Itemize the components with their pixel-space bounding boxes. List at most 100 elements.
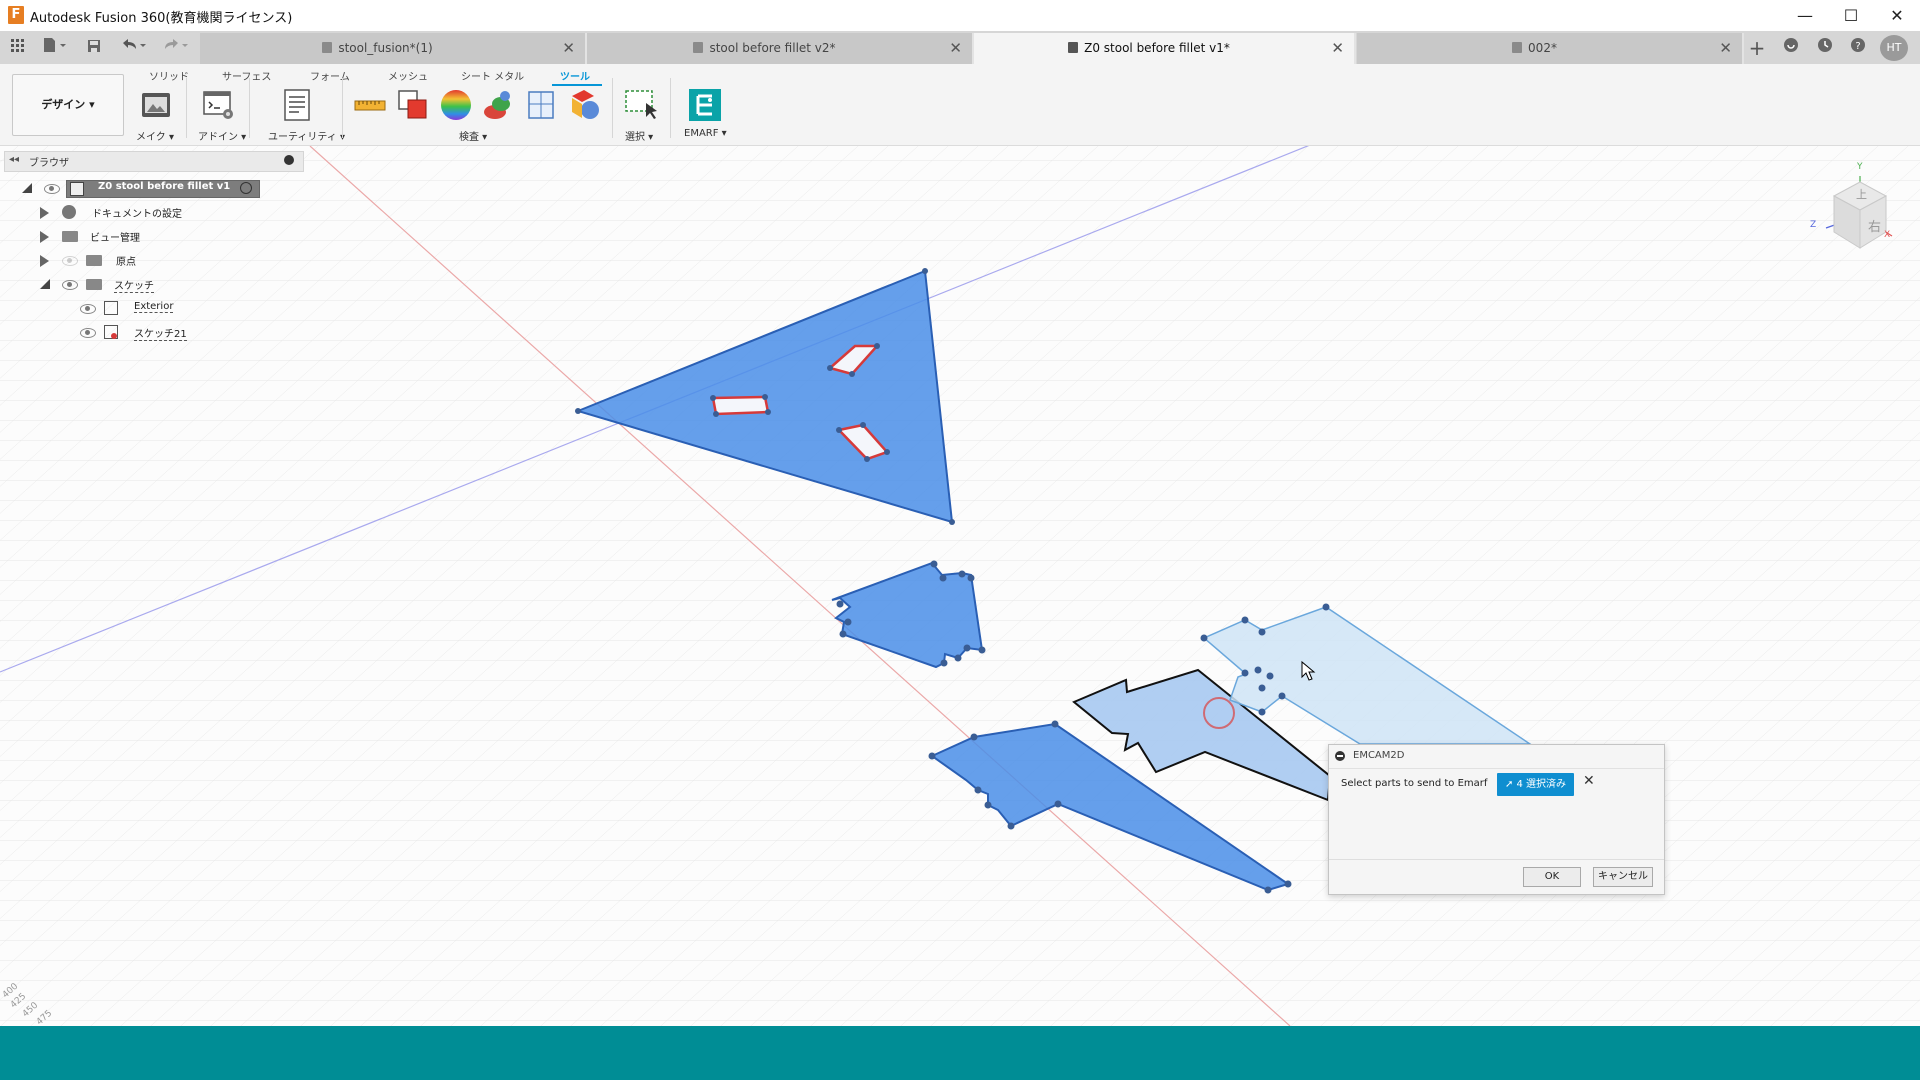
selection-button[interactable]: ➚ 4 選択済み [1497,773,1574,796]
close-tab-icon[interactable]: ✕ [1719,39,1732,57]
maximize-button[interactable]: ☐ [1828,0,1874,31]
help-icon[interactable]: ? [1845,36,1871,60]
emarf-icon[interactable] [688,88,722,122]
emarf-group-label[interactable]: EMARF ▾ [684,128,727,139]
visibility-eye-icon[interactable] [44,184,60,194]
utility-table-icon[interactable] [281,88,315,122]
curvature-map-icon[interactable] [439,88,473,122]
tab-002[interactable]: 002* ✕ [1357,33,1744,64]
browser-root-row[interactable]: Z0 stool before fillet v1 [0,178,300,198]
browser-title: ブラウザ [29,158,69,169]
ribbon-separator [249,78,250,138]
dialog-header: EMCAM2D [1329,745,1664,769]
sketch-label: Exterior [134,301,174,313]
new-tab-button[interactable]: + [1744,36,1770,60]
tab-mesh[interactable]: メッシュ [388,68,428,83]
browser-item-label: ドキュメントの設定 [92,209,182,220]
gear-icon [62,205,76,219]
ok-button[interactable]: OK [1523,867,1581,887]
visibility-eye-icon[interactable] [62,256,78,266]
zebra-analysis-icon[interactable] [482,88,516,122]
expand-arrow-icon[interactable] [40,231,49,243]
root-component-label: Z0 stool before fillet v1 [98,181,231,192]
close-window-button[interactable]: ✕ [1874,0,1920,31]
redo-icon[interactable] [158,36,194,60]
close-tab-icon[interactable]: ✕ [562,39,575,57]
tab-label: stool before fillet v2* [709,41,836,55]
cancel-button[interactable]: キャンセル [1593,867,1653,887]
tab-stool-before-fillet-v2[interactable]: stool before fillet v2* ✕ [587,33,974,64]
extensions-icon[interactable] [1778,36,1804,60]
folder-icon [86,279,102,290]
collapse-browser-icon[interactable]: ◂◂ [9,154,19,165]
ruler-labels: 400 425 450 475 [0,976,70,1026]
tab-solid[interactable]: ソリッド [149,68,189,83]
browser-panel-header: ◂◂ ブラウザ [4,151,304,172]
component-icon [322,42,333,53]
make-group-label[interactable]: メイク ▾ [136,128,174,143]
browser-minimize-icon[interactable] [284,155,294,165]
expand-arrow-icon[interactable] [40,207,49,219]
inspect-group-label[interactable]: 検査 ▾ [459,128,487,143]
interference-icon[interactable] [396,88,430,122]
collapse-arrow-icon[interactable] [22,183,32,193]
component-icon [1068,42,1079,53]
browser-item-label: 原点 [116,257,136,268]
close-tab-icon[interactable]: ✕ [949,39,962,57]
ruler-label: 475 [34,1008,55,1026]
viewcube[interactable]: 上 右 X Y Z [1810,162,1894,254]
clear-selection-icon[interactable]: ✕ [1583,773,1595,789]
utility-group-label[interactable]: ユーティリティ ▾ [268,128,345,143]
tab-form[interactable]: フォーム [310,68,350,83]
folder-icon [86,255,102,266]
activate-radio-icon[interactable] [240,182,252,194]
visibility-eye-icon[interactable] [80,304,96,314]
scripts-addins-icon[interactable] [202,88,236,122]
visibility-eye-icon[interactable] [80,328,96,338]
window-select-icon[interactable] [624,88,658,122]
minimize-button[interactable]: — [1782,0,1828,31]
tab-tools[interactable]: ツール [560,68,590,83]
expand-arrow-icon[interactable] [40,255,49,267]
save-icon[interactable] [82,36,106,60]
browser-item-origin[interactable]: 原点 [0,250,300,270]
tab-stool-fusion[interactable]: stool_fusion*(1) ✕ [200,33,587,64]
sketch-item-exterior[interactable]: Exterior [0,298,300,318]
measure-icon[interactable] [353,88,387,122]
svg-text:?: ? [1855,41,1860,52]
browser-item-label: ビュー管理 [90,233,140,244]
viewcube-top-face[interactable]: 上 [1856,186,1867,202]
sketch-label: スケッチ21 [134,325,187,341]
job-status-icon[interactable] [1812,36,1838,60]
collapse-arrow-icon[interactable] [40,279,50,289]
active-tab-indicator [552,84,602,86]
collapse-dialog-icon[interactable] [1335,751,1345,761]
close-tab-icon[interactable]: ✕ [1331,39,1344,57]
sketch-item-sketch21[interactable]: スケッチ21 [0,322,300,342]
browser-item-label: スケッチ [114,277,154,293]
tab-sheet-metal[interactable]: シート メタル [461,68,524,83]
tab-z0-stool-before-fillet-v1[interactable]: Z0 stool before fillet v1* ✕ [974,33,1356,64]
component-icon [1512,42,1523,53]
make-3d-print-icon[interactable] [139,88,173,122]
browser-item-document-settings[interactable]: ドキュメントの設定 [0,202,300,222]
browser-item-sketches[interactable]: スケッチ [0,274,300,294]
user-avatar[interactable]: HT [1880,35,1908,61]
viewcube-right-face[interactable]: 右 [1868,216,1881,235]
file-icon[interactable] [38,36,72,60]
axis-z-label: Z [1810,220,1817,230]
ribbon-separator [670,78,671,138]
draft-analysis-icon[interactable] [568,88,602,122]
addins-group-label[interactable]: アドイン ▾ [198,128,246,143]
tab-surface[interactable]: サーフェス [222,68,271,83]
grid-icon[interactable] [6,36,30,60]
workspace-switcher-button[interactable]: デザイン ▾ [12,74,124,136]
undo-icon[interactable] [116,36,152,60]
section-analysis-icon[interactable] [525,88,559,122]
component-icon [70,182,84,196]
bottom-status-bar [0,1026,1920,1080]
select-group-label[interactable]: 選択 ▾ [625,128,653,143]
axis-x-label: X [1884,230,1891,240]
visibility-eye-icon[interactable] [62,280,78,290]
browser-item-named-views[interactable]: ビュー管理 [0,226,300,246]
